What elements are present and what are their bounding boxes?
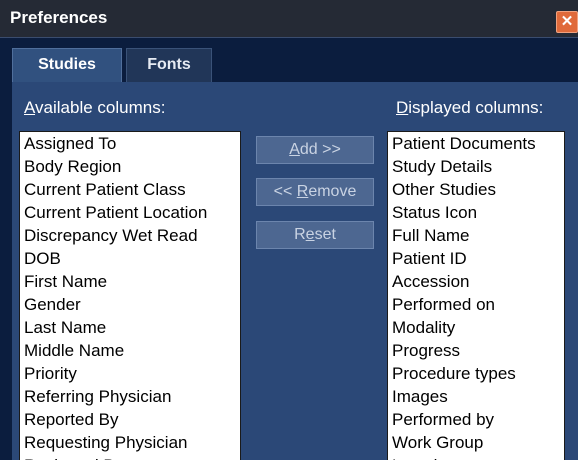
list-item[interactable]: Referring Physician [20,385,240,408]
preferences-dialog: Preferences ✕ Studies Fonts Available co… [0,0,578,460]
tab-studies-label: Studies [38,56,96,73]
remove-button[interactable]: << Remove [256,178,374,206]
remove-button-prefix: << [273,183,297,200]
list-item[interactable]: Other Studies [388,178,564,201]
list-item[interactable]: Performed on [388,293,564,316]
list-item[interactable]: Patient ID [388,247,564,270]
add-button[interactable]: Add >> [256,136,374,164]
list-item[interactable]: Accession [388,270,564,293]
list-item[interactable]: Current Patient Location [20,201,240,224]
list-item[interactable]: Study Details [388,155,564,178]
displayed-columns-list[interactable]: Patient Documents Study Details Other Stud… [387,131,565,460]
dialog-title: Preferences [10,8,108,27]
list-item[interactable]: Reviewed By [20,454,240,460]
list-item[interactable]: Progress [388,339,564,362]
add-button-accel: A [289,141,300,158]
tab-bar: Studies Fonts [0,38,578,82]
title-bar[interactable]: Preferences ✕ [0,0,578,38]
available-columns-label: Available columns: [24,98,165,118]
list-item[interactable]: Last Name [20,316,240,339]
available-columns-accel: A [24,98,36,117]
list-item[interactable]: Body Region [20,155,240,178]
reset-button[interactable]: Reset [256,221,374,249]
close-icon: ✕ [560,13,574,30]
list-item[interactable]: Priority [20,362,240,385]
list-item[interactable]: Full Name [388,224,564,247]
displayed-columns-label: Displayed columns: [396,98,543,118]
list-item[interactable]: Middle Name [20,339,240,362]
list-item[interactable]: Patient Documents [388,132,564,155]
list-item[interactable]: DOB [20,247,240,270]
reset-button-accel: e [305,226,315,243]
list-item[interactable]: Current Patient Class [20,178,240,201]
list-item[interactable]: Discrepancy Wet Read [20,224,240,247]
remove-button-label-rest: emove [308,183,357,200]
list-item[interactable]: Modality [388,316,564,339]
tab-studies[interactable]: Studies [12,48,122,82]
list-item[interactable]: Gender [20,293,240,316]
list-item[interactable]: Location [388,454,564,460]
remove-button-accel: R [296,183,309,200]
add-button-label-rest: dd >> [299,141,341,158]
list-item[interactable]: Work Group [388,431,564,454]
tab-fonts-label: Fonts [147,56,191,73]
reset-button-label-start: R [294,226,306,243]
close-button[interactable]: ✕ [556,11,578,33]
list-item[interactable]: Assigned To [20,132,240,155]
list-item[interactable]: Status Icon [388,201,564,224]
list-item[interactable]: Requesting Physician [20,431,240,454]
displayed-columns-accel: D [396,98,409,117]
list-item[interactable]: Performed by [388,408,564,431]
available-columns-label-rest: vailable columns: [35,98,166,117]
reset-button-label-rest: set [314,226,336,243]
tab-fonts[interactable]: Fonts [126,48,212,82]
available-columns-list[interactable]: Assigned To Body Region Current Patient Cl… [19,131,241,460]
list-item[interactable]: First Name [20,270,240,293]
list-item[interactable]: Procedure types [388,362,564,385]
list-item[interactable]: Images [388,385,564,408]
list-item[interactable]: Reported By [20,408,240,431]
displayed-columns-label-rest: isplayed columns: [408,98,544,117]
